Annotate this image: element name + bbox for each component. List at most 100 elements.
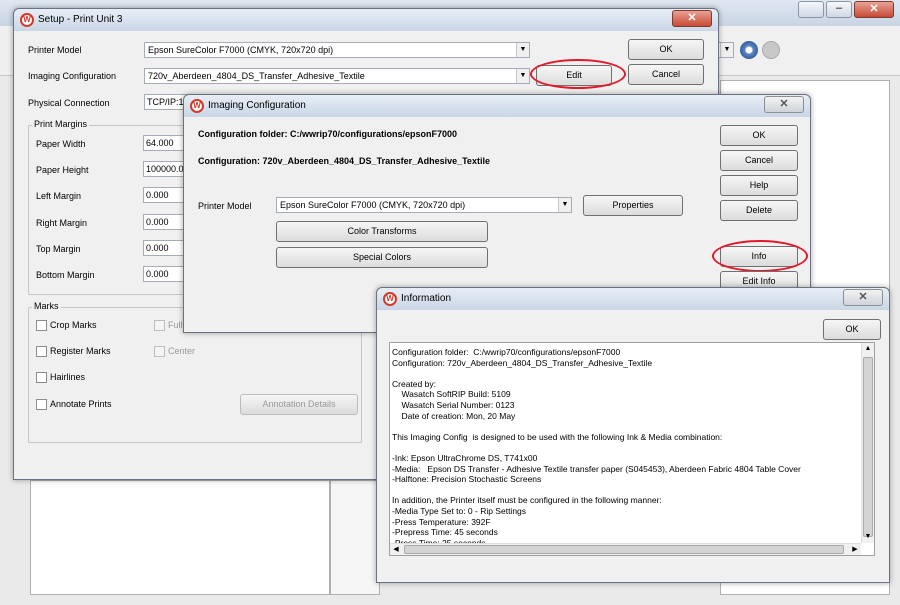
imaging-ok-button[interactable]: OK — [720, 125, 798, 146]
hairlines-checkbox[interactable] — [36, 372, 47, 383]
information-lines: Configuration folder: C:/wwrip70/configu… — [390, 343, 874, 555]
hairlines-label: Hairlines — [50, 372, 86, 382]
full-checkbox[interactable] — [154, 320, 165, 331]
background-panel-mid — [330, 480, 380, 595]
imaging-title: Imaging Configuration — [208, 100, 306, 111]
chevron-down-icon: ▼ — [558, 198, 571, 212]
info-text-line: In addition, the Printer itself must be … — [392, 495, 662, 506]
left-margin-label: Left Margin — [36, 191, 82, 201]
imaging-config-select[interactable]: 720v_Aberdeen_4804_DS_Transfer_Adhesive_… — [144, 68, 530, 84]
edit-highlight-ellipse — [530, 59, 626, 89]
setup-ok-button[interactable]: OK — [628, 39, 704, 60]
bottom-margin-value: 0.000 — [146, 269, 169, 279]
annotate-prints-checkbox[interactable] — [36, 399, 47, 410]
background-maximize-button[interactable] — [798, 1, 824, 18]
chevron-down-icon: ▼ — [516, 43, 529, 57]
imaging-delete-button[interactable]: Delete — [720, 200, 798, 221]
wasatch-logo-icon: W — [383, 292, 397, 306]
print-margins-title: Print Margins — [32, 119, 90, 129]
info-text-line: Configuration folder: C:/wwrip70/configu… — [392, 347, 621, 357]
scroll-up-icon[interactable]: ▲ — [862, 343, 874, 355]
disabled-gear-icon — [762, 41, 780, 59]
background-close-button[interactable]: ✕ — [854, 1, 894, 18]
scroll-left-icon[interactable]: ◀ — [390, 544, 402, 555]
scroll-down-icon[interactable]: ▼ — [862, 531, 874, 543]
info-text-line: -Ink: Epson UltraChrome DS, T741x00 — [392, 452, 538, 463]
right-margin-label: Right Margin — [36, 218, 88, 228]
chevron-down-icon: ▼ — [720, 43, 733, 57]
physical-connection-label: Physical Connection — [28, 98, 110, 108]
information-title: Information — [401, 293, 452, 304]
right-margin-value: 0.000 — [146, 217, 169, 227]
setup-close-button[interactable]: ✕ — [672, 10, 712, 27]
annotate-prints-label: Annotate Prints — [50, 399, 112, 409]
bottom-margin-field[interactable]: 0.000 — [143, 266, 185, 282]
imaging-printer-model-select[interactable]: Epson SureColor F7000 (CMYK, 720x720 dpi… — [276, 197, 572, 213]
top-margin-field[interactable]: 0.000 — [143, 240, 185, 256]
imaging-close-button[interactable]: ✕ — [764, 96, 804, 113]
info-text-line — [390, 421, 874, 432]
info-highlight-ellipse — [712, 240, 808, 272]
color-transforms-button[interactable]: Color Transforms — [276, 221, 488, 242]
information-window: W Information ✕ OK Configuration folder:… — [376, 287, 890, 583]
info-text-line: -Prepress Time: 45 seconds — [392, 527, 498, 538]
info-text-line: Date of creation: Mon, 20 May — [392, 410, 516, 421]
info-text-line: -Media: Epson DS Transfer - Adhesive Tex… — [392, 463, 801, 474]
paper-height-field[interactable]: 100000.00 — [143, 161, 185, 177]
physical-connection-value: TCP/IP:1 — [147, 97, 184, 107]
left-margin-field[interactable]: 0.000 — [143, 187, 185, 203]
vertical-scrollbar[interactable]: ▲ ▼ — [861, 343, 874, 543]
printer-model-select[interactable]: Epson SureColor F7000 (CMYK, 720x720 dpi… — [144, 42, 530, 58]
printer-model-value: Epson SureColor F7000 (CMYK, 720x720 dpi… — [148, 45, 334, 55]
information-text-area[interactable]: Configuration folder: C:/wwrip70/configu… — [389, 342, 875, 556]
paper-height-value: 100000.00 — [146, 164, 185, 174]
info-text-line — [390, 485, 874, 496]
info-text-line: -Media Type Set to: 0 - Rip Settings — [392, 505, 527, 516]
chevron-down-icon: ▼ — [516, 69, 529, 83]
gear-icon[interactable] — [740, 41, 758, 59]
background-panel-left — [30, 480, 330, 595]
scroll-right-icon[interactable]: ▶ — [849, 544, 861, 555]
top-margin-label: Top Margin — [36, 244, 81, 254]
imaging-config-value: 720v_Aberdeen_4804_DS_Transfer_Adhesive_… — [148, 71, 365, 81]
paper-width-field[interactable]: 64.000 — [143, 135, 185, 151]
register-marks-checkbox[interactable] — [36, 346, 47, 357]
imaging-cancel-button[interactable]: Cancel — [720, 150, 798, 171]
crop-marks-checkbox[interactable] — [36, 320, 47, 331]
info-text-line: Created by: — [392, 378, 436, 389]
scroll-thumb[interactable] — [863, 357, 873, 537]
wasatch-logo-icon: W — [20, 13, 34, 27]
imaging-printer-model-label: Printer Model — [198, 201, 252, 211]
crop-marks-label: Crop Marks — [50, 320, 97, 330]
imaging-config-label: Imaging Configuration — [28, 71, 117, 81]
information-ok-button[interactable]: OK — [823, 319, 881, 340]
center-label: Center — [168, 346, 196, 356]
background-minimize-button[interactable]: – — [826, 1, 852, 18]
properties-button[interactable]: Properties — [583, 195, 683, 216]
info-text-line: -Press Temperature: 392F — [392, 516, 491, 527]
imaging-config-line: Configuration: 720v_Aberdeen_4804_DS_Tra… — [198, 156, 490, 166]
info-text-line — [390, 442, 874, 453]
info-text-line: This Imaging Config is designed to be us… — [392, 431, 723, 442]
imaging-help-button[interactable]: Help — [720, 175, 798, 196]
right-margin-field[interactable]: 0.000 — [143, 214, 185, 230]
imaging-folder-line: Configuration folder: C:/wwrip70/configu… — [198, 129, 458, 139]
info-text-line — [390, 368, 874, 379]
printer-model-label: Printer Model — [28, 45, 82, 55]
information-close-button[interactable]: ✕ — [843, 289, 883, 306]
paper-width-label: Paper Width — [36, 139, 86, 149]
marks-title: Marks — [32, 301, 61, 311]
special-colors-button[interactable]: Special Colors — [276, 247, 488, 268]
setup-title: Setup - Print Unit 3 — [38, 14, 123, 25]
scroll-thumb-horizontal[interactable] — [404, 545, 844, 554]
center-checkbox[interactable] — [154, 346, 165, 357]
full-label: Full — [168, 320, 183, 330]
setup-cancel-button[interactable]: Cancel — [628, 64, 704, 85]
information-titlebar: W Information ✕ — [377, 288, 889, 310]
horizontal-scrollbar[interactable]: ◀ ▶ — [390, 543, 861, 555]
annotation-details-button[interactable]: Annotation Details — [240, 394, 358, 415]
info-text-line: Wasatch SoftRIP Build: 5109 — [392, 389, 511, 400]
register-marks-label: Register Marks — [50, 346, 111, 356]
imaging-titlebar: W Imaging Configuration ✕ — [184, 95, 810, 117]
paper-height-label: Paper Height — [36, 165, 89, 175]
